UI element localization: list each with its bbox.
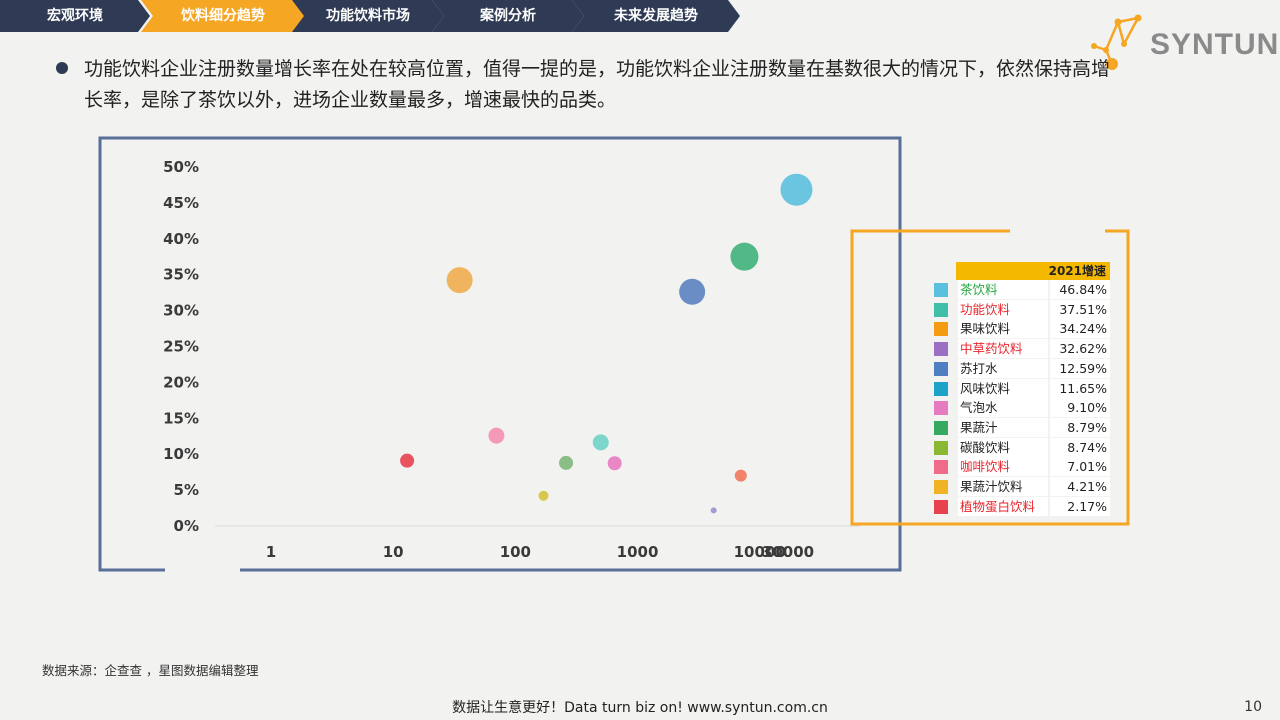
x-tick-label: 10 xyxy=(383,543,404,561)
nav-tab-label: 宏观环境 xyxy=(47,8,103,24)
bubble-point[interactable] xyxy=(607,456,622,471)
nav-tab-label: 饮料细分趋势 xyxy=(181,8,265,24)
x-tick-label: 100 xyxy=(500,543,531,561)
legend-row: 苏打水 12.59% xyxy=(932,358,1110,379)
legend-series-name: 果味饮料 xyxy=(958,319,1048,339)
legend-swatch xyxy=(934,401,948,416)
legend-series-name: 咖啡饮料 xyxy=(958,457,1048,477)
legend-swatch xyxy=(934,283,948,297)
legend-series-name: 气泡水 xyxy=(958,398,1048,418)
legend-growth-value: 9.10% xyxy=(1050,398,1110,418)
legend-row: 功能饮料 37.51% xyxy=(932,299,1110,320)
legend-swatch xyxy=(934,460,948,475)
nav-tab-label: 未来发展趋势 xyxy=(614,8,698,24)
legend-series-name: 茶饮料 xyxy=(958,280,1048,299)
nav-tab-functional-market[interactable]: 功能饮料市场 xyxy=(292,0,444,32)
legend-row: 风味饮料 11.65% xyxy=(932,378,1110,399)
legend-growth-value: 8.74% xyxy=(1050,437,1110,457)
legend-swatch xyxy=(934,480,948,494)
x-tick-label: 1 xyxy=(266,543,276,561)
bubble-point[interactable] xyxy=(488,427,505,444)
x-tick-label: 10000 xyxy=(734,543,786,561)
legend-swatch xyxy=(934,420,948,435)
legend-row: 咖啡饮料 7.01% xyxy=(932,457,1110,477)
nav-tab-case-study[interactable]: 案例分析 xyxy=(432,0,584,32)
x-tick-label: 1000 xyxy=(617,543,659,561)
chart-frame xyxy=(98,136,902,572)
bubble-point[interactable] xyxy=(446,267,473,294)
legend-swatch xyxy=(934,361,948,376)
logo-wordmark: SYNTUN xyxy=(1150,28,1280,61)
legend-growth-value: 12.59% xyxy=(1050,358,1110,378)
bubble-point[interactable] xyxy=(559,455,574,470)
legend-swatch xyxy=(934,440,948,455)
y-tick-label: 40% xyxy=(163,230,199,248)
page-number: 10 xyxy=(1244,699,1262,715)
legend-series-name: 苏打水 xyxy=(958,358,1048,378)
legend-series-name: 中草药饮料 xyxy=(958,339,1048,359)
legend-header: 2021增速 xyxy=(956,262,1110,280)
data-source: 数据来源：企查查 ，星图数据编辑整理 xyxy=(42,663,259,678)
legend-growth-value: 46.84% xyxy=(1050,280,1110,299)
bubble-point[interactable] xyxy=(400,453,415,468)
legend-growth-value: 34.24% xyxy=(1050,319,1110,339)
y-tick-label: 50% xyxy=(163,158,199,176)
legend-growth-value: 7.01% xyxy=(1050,457,1110,477)
bubble-point[interactable] xyxy=(592,434,609,451)
bubble-point[interactable] xyxy=(780,173,813,206)
legend-series-name: 功能饮料 xyxy=(958,299,1048,319)
legend-growth-value: 4.21% xyxy=(1050,477,1110,496)
legend-swatch xyxy=(934,499,948,514)
legend-growth-value: 32.62% xyxy=(1050,339,1110,359)
bubble-layer xyxy=(400,173,813,514)
y-tick-label: 15% xyxy=(163,409,199,427)
x-tick-label: 30000 xyxy=(762,543,814,561)
legend-row: 果味饮料 34.24% xyxy=(932,319,1110,339)
legend-series-name: 植物蛋白饮料 xyxy=(958,496,1048,516)
legend-row: 果蔬汁 8.79% xyxy=(932,417,1110,438)
bubble-point[interactable] xyxy=(538,490,549,501)
legend-series-name: 果蔬汁饮料 xyxy=(958,477,1048,496)
bubble-point[interactable] xyxy=(710,507,717,514)
legend-swatch xyxy=(934,322,948,337)
x-axis: 1 10 100 1000 1000030000 xyxy=(266,543,814,561)
y-tick-label: 30% xyxy=(163,302,199,320)
legend-row: 植物蛋白饮料 2.17% xyxy=(932,496,1110,517)
nav-tab-macro[interactable]: 宏观环境 xyxy=(0,0,150,32)
legend-growth-value: 11.65% xyxy=(1050,378,1110,398)
y-tick-label: 20% xyxy=(163,373,199,391)
legend-row: 气泡水 9.10% xyxy=(932,398,1110,418)
bubble-point[interactable] xyxy=(679,278,706,305)
nav-tab-label: 案例分析 xyxy=(480,8,536,24)
legend-growth-value: 8.79% xyxy=(1050,417,1110,437)
y-tick-label: 0% xyxy=(174,517,199,535)
legend-growth-value: 37.51% xyxy=(1050,299,1110,319)
legend-series-name: 风味饮料 xyxy=(958,378,1048,398)
y-tick-label: 25% xyxy=(163,338,199,356)
bubble-point[interactable] xyxy=(730,242,759,271)
y-tick-label: 35% xyxy=(163,266,199,284)
footer-slogan: 数据让生意更好！Data turn biz on! www.syntun.com… xyxy=(452,700,828,716)
bullet-text: 功能饮料企业注册数量增长率在处在较高位置，值得一提的是，功能饮料企业注册数量在基… xyxy=(84,58,1111,111)
legend-series-name: 碳酸饮料 xyxy=(958,437,1048,457)
nav-tab-label: 功能饮料市场 xyxy=(326,8,410,24)
nav-tab-beverage-trends[interactable]: 饮料细分趋势 xyxy=(141,0,305,32)
legend-swatch xyxy=(934,381,948,396)
nav-tab-future-trends[interactable]: 未来发展趋势 xyxy=(572,0,740,32)
legend-row: 碳酸饮料 8.74% xyxy=(932,437,1110,458)
y-tick-label: 10% xyxy=(163,445,199,463)
legend-row: 茶饮料 46.84% xyxy=(932,280,1110,300)
legend-row: 果蔬汁饮料 4.21% xyxy=(932,477,1110,497)
legend-swatch xyxy=(934,342,948,357)
legend-row: 中草药饮料 32.62% xyxy=(932,339,1110,359)
top-nav: 宏观环境 饮料细分趋势 功能饮料市场 案例分析 未来发展趋势 xyxy=(0,0,750,32)
y-axis: 0% 5% 10% 15% 20% 25% 30% 35% 40% 45% 50% xyxy=(163,158,199,535)
bubble-point[interactable] xyxy=(734,469,747,482)
bullet-dot xyxy=(56,62,68,74)
legend-growth-value: 2.17% xyxy=(1050,496,1110,516)
y-tick-label: 5% xyxy=(174,481,199,499)
y-tick-label: 45% xyxy=(163,194,199,212)
legend-series-name: 果蔬汁 xyxy=(958,417,1048,437)
legend-swatch xyxy=(934,302,948,317)
